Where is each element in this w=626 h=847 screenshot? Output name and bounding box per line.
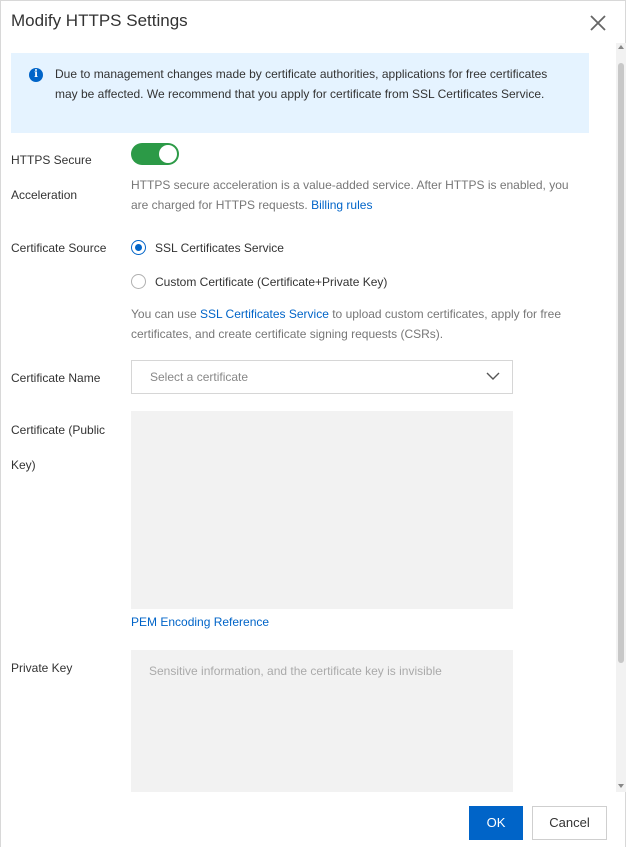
certificate-source-help: You can use SSL Certificates Service to … (131, 305, 571, 344)
info-icon: i (29, 68, 43, 82)
certificate-select[interactable]: Select a certificate (131, 360, 513, 394)
notice-text: Due to management changes made by certif… (55, 67, 548, 101)
pem-encoding-reference-link[interactable]: PEM Encoding Reference (131, 615, 269, 629)
scrollbar-thumb[interactable] (618, 63, 624, 663)
dialog-body: i Due to management changes made by cert… (1, 43, 616, 792)
dialog-title: Modify HTTPS Settings (11, 11, 188, 30)
billing-rules-link[interactable]: Billing rules (311, 198, 372, 212)
private-key-textarea[interactable]: Sensitive information, and the certifica… (131, 650, 513, 792)
toggle-knob (159, 145, 177, 163)
private-key-label: Private Key (11, 661, 73, 675)
modify-https-dialog: Modify HTTPS Settings i Due to managemen… (0, 0, 626, 847)
certificate-select-placeholder: Select a certificate (150, 370, 249, 384)
public-key-textarea[interactable] (131, 411, 513, 609)
public-key-label-line2: Key) (11, 458, 36, 472)
private-key-placeholder: Sensitive information, and the certifica… (149, 664, 442, 678)
https-label-line1: HTTPS Secure (11, 153, 92, 167)
https-help: HTTPS secure acceleration is a value-add… (131, 176, 571, 215)
source-help-prefix: You can use (131, 307, 200, 321)
scrollbar[interactable] (616, 43, 626, 792)
ok-button[interactable]: OK (469, 806, 523, 840)
radio-custom-certificate[interactable]: Custom Certificate (Certificate+Private … (131, 274, 387, 289)
ssl-certificates-service-link[interactable]: SSL Certificates Service (200, 307, 329, 321)
radio-ssl-certificates-service[interactable]: SSL Certificates Service (131, 240, 284, 255)
info-notice: i Due to management changes made by cert… (11, 53, 589, 133)
close-icon[interactable] (587, 12, 609, 34)
https-label-line2: Acceleration (11, 188, 78, 202)
certificate-name-label: Certificate Name (11, 371, 101, 385)
radio-label-custom: Custom Certificate (Certificate+Private … (155, 274, 388, 289)
certificate-source-label: Certificate Source (11, 241, 107, 255)
public-key-label-line1: Certificate (Public (11, 423, 106, 437)
https-toggle[interactable] (131, 143, 179, 165)
dialog-footer: OK Cancel (1, 792, 625, 847)
radio-button-selected[interactable] (131, 240, 146, 255)
scroll-down-icon[interactable] (618, 784, 624, 788)
cancel-button[interactable]: Cancel (532, 806, 607, 840)
chevron-down-icon (486, 369, 500, 386)
radio-label-ssl: SSL Certificates Service (155, 240, 284, 255)
scroll-up-icon[interactable] (618, 45, 624, 49)
radio-button[interactable] (131, 274, 146, 289)
